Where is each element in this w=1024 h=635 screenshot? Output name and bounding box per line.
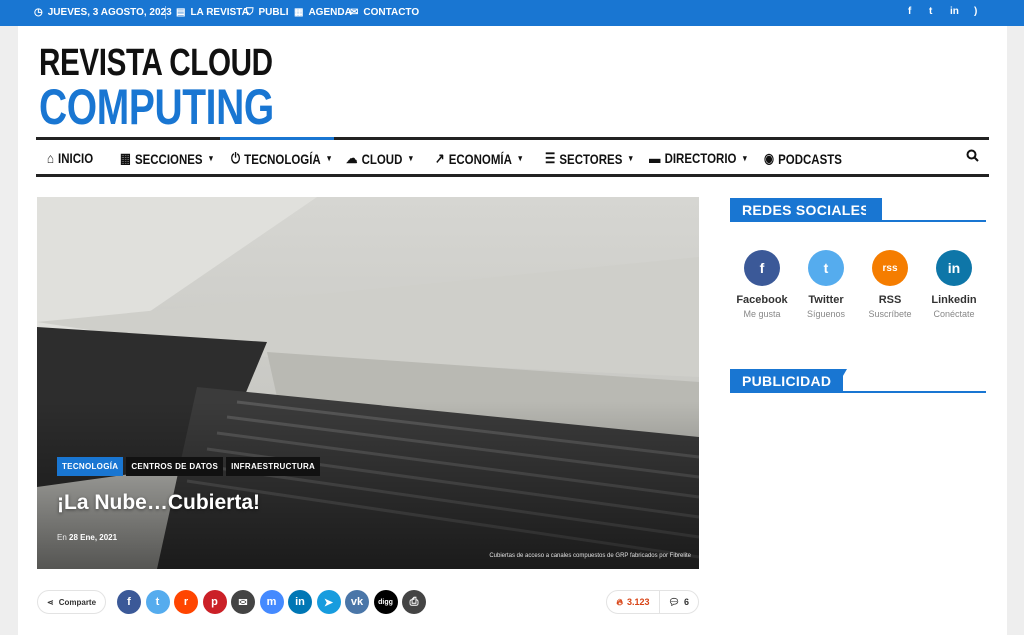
social-name: RSS [878, 294, 902, 306]
rss-icon[interactable]: ) [974, 6, 977, 17]
list-icon: ☰ [545, 150, 556, 166]
social-subtitle: Me gusta [743, 309, 781, 319]
tag-infraestructura[interactable]: INFRAESTRUCTURA [226, 457, 321, 476]
twitter-icon[interactable]: t [145, 590, 170, 614]
nav-item-inicio[interactable]: ⌂ INICIO [47, 150, 93, 166]
top-link-agenda[interactable]: ▦ AGENDA [294, 7, 352, 18]
sidebar-social-header: REDES SOCIALES [730, 198, 986, 222]
twitter-icon: t [808, 250, 844, 286]
email-icon[interactable]: ✉ [231, 590, 255, 614]
current-date: ◷ JUEVES, 3 AGOSTO, 2023 [34, 7, 172, 18]
article-stats: 🔥︎ 3.123 💬︎ 6 [606, 590, 699, 614]
power-icon: ⏻ [231, 150, 241, 166]
messenger-icon[interactable]: m [259, 590, 284, 614]
print-icon[interactable]: ⎙ [402, 590, 426, 614]
page-background-left [0, 26, 18, 635]
calendar-icon: ▦ [294, 7, 304, 18]
page-background-right [1007, 26, 1024, 635]
share-button[interactable]: ⋖ Comparte [37, 590, 107, 614]
page-container: REVISTA CLOUD COMPUTING ⌂ INICIO ▦ SECCI… [18, 26, 1007, 635]
nav-item-secciones[interactable]: ▦ SECCIONES ▾ [120, 150, 213, 167]
clock-icon: ◷ [34, 7, 43, 18]
share-icon: ⋖ [47, 597, 54, 607]
chevron-down-icon: ▾ [743, 152, 747, 163]
image-caption: Cubiertas de acceso a canales compuestos… [489, 553, 691, 559]
social-name: Linkedin [931, 294, 977, 306]
chart-line-icon: ↗ [435, 150, 445, 166]
main-navigation: ⌂ INICIO ▦ SECCIONES ▾ ⏻ TECNOLOGÍA ▾ ☁ … [36, 137, 989, 177]
top-link-contacto[interactable]: ✉ CONTACTO [350, 7, 419, 18]
folder-icon: ▬ [649, 150, 661, 166]
comments-icon: 💬︎ [668, 596, 680, 607]
search-icon [966, 149, 979, 162]
article-date: En 28 Ene, 2021 [57, 533, 118, 542]
chevron-down-icon: ▾ [327, 153, 332, 163]
telegram-icon[interactable]: ➤ [316, 590, 341, 614]
article-title[interactable]: ¡La Nube…Cubierta! [57, 491, 260, 515]
linkedin-icon: in [936, 250, 972, 286]
featured-article[interactable]: TECNOLOGÍA CENTROS DE DATOS INFRAESTRUCT… [37, 197, 699, 569]
facebook-icon: f [744, 250, 780, 286]
pinterest-icon[interactable]: p [202, 590, 227, 614]
sidebar-social-facebook[interactable]: f Facebook Me gusta [732, 250, 792, 319]
home-icon: ⌂ [47, 150, 54, 166]
grid-icon: ▦ [120, 150, 131, 166]
sidebar-ad-title: PUBLICIDAD [730, 369, 844, 393]
tag-centros-de-datos[interactable]: CENTROS DE DATOS [126, 457, 224, 476]
nav-item-directorio[interactable]: ▬ DIRECTORIO ▾ [649, 150, 747, 166]
rss-icon: rss [872, 250, 908, 286]
cloud-icon: ☁ [346, 150, 358, 166]
nav-item-cloud[interactable]: ☁ CLOUD ▾ [346, 150, 413, 167]
top-bar: ◷ JUEVES, 3 AGOSTO, 2023 ▤ LA REVISTA ⛉ … [0, 0, 1024, 26]
sidebar-social-rss[interactable]: rss RSS Suscríbete [860, 250, 920, 319]
chevron-down-icon: ▾ [518, 153, 523, 163]
nav-item-sectores[interactable]: ☰ SECTORES ▾ [545, 150, 633, 167]
social-subtitle: Suscríbete [868, 309, 912, 319]
bookmark-icon: ⛉ [246, 7, 254, 18]
twitter-icon[interactable]: t [929, 6, 932, 17]
chevron-down-icon: ▾ [408, 153, 413, 163]
top-link-la-revista[interactable]: ▤ LA REVISTA [176, 7, 249, 18]
linkedin-icon[interactable]: in [288, 590, 312, 614]
envelope-icon: ✉ [350, 7, 359, 18]
fire-icon: 🔥︎ [616, 596, 624, 607]
facebook-icon[interactable]: f [908, 6, 911, 17]
chevron-down-icon: ▾ [628, 153, 633, 163]
logo-line-2: COMPUTING [39, 79, 274, 135]
sidebar-social-title: REDES SOCIALES [730, 198, 882, 222]
share-bar: ⋖ Comparte f t r p ✉ m in ➤ vk digg ⎙ 🔥︎ 3.123 💬︎ … [37, 588, 699, 616]
tag-tecnologia[interactable]: TECNOLOGÍA [57, 457, 124, 476]
linkedin-icon[interactable]: in [950, 6, 959, 17]
podcast-icon: ◉ [764, 150, 775, 166]
article-tags: TECNOLOGÍA CENTROS DE DATOS INFRAESTRUCT… [57, 457, 321, 476]
top-link-publi[interactable]: ⛉ PUBLI [246, 7, 289, 18]
article-body-text [37, 630, 657, 635]
digg-icon[interactable]: digg [373, 590, 398, 614]
views-counter: 🔥︎ 3.123 [607, 591, 660, 613]
comments-counter[interactable]: 💬︎ 6 [660, 597, 698, 608]
search-button[interactable] [966, 149, 979, 167]
chevron-down-icon: ▾ [209, 153, 213, 163]
social-subtitle: Síguenos [806, 309, 846, 319]
sidebar-social-linkedin[interactable]: in Linkedin Conéctate [924, 250, 984, 319]
nav-active-indicator [220, 137, 334, 140]
reddit-icon[interactable]: r [174, 590, 198, 614]
header-decoration [866, 198, 880, 222]
sidebar-ad-header: PUBLICIDAD [730, 369, 986, 393]
nav-item-podcasts[interactable]: ◉ PODCASTS [764, 150, 842, 167]
newspaper-icon: ▤ [176, 7, 186, 18]
sidebar-social-twitter[interactable]: t Twitter Síguenos [796, 250, 856, 319]
nav-item-economia[interactable]: ↗ ECONOMÍA ▾ [435, 150, 522, 167]
nav-item-tecnologia[interactable]: ⏻ TECNOLOGÍA ▾ [231, 150, 331, 167]
header-decoration [833, 369, 847, 393]
vk-icon[interactable]: vk [345, 590, 369, 614]
social-name: Twitter [808, 294, 844, 306]
facebook-icon[interactable]: f [117, 590, 141, 614]
social-name: Facebook [736, 294, 788, 306]
social-subtitle: Conéctate [933, 309, 975, 319]
divider [165, 6, 166, 19]
